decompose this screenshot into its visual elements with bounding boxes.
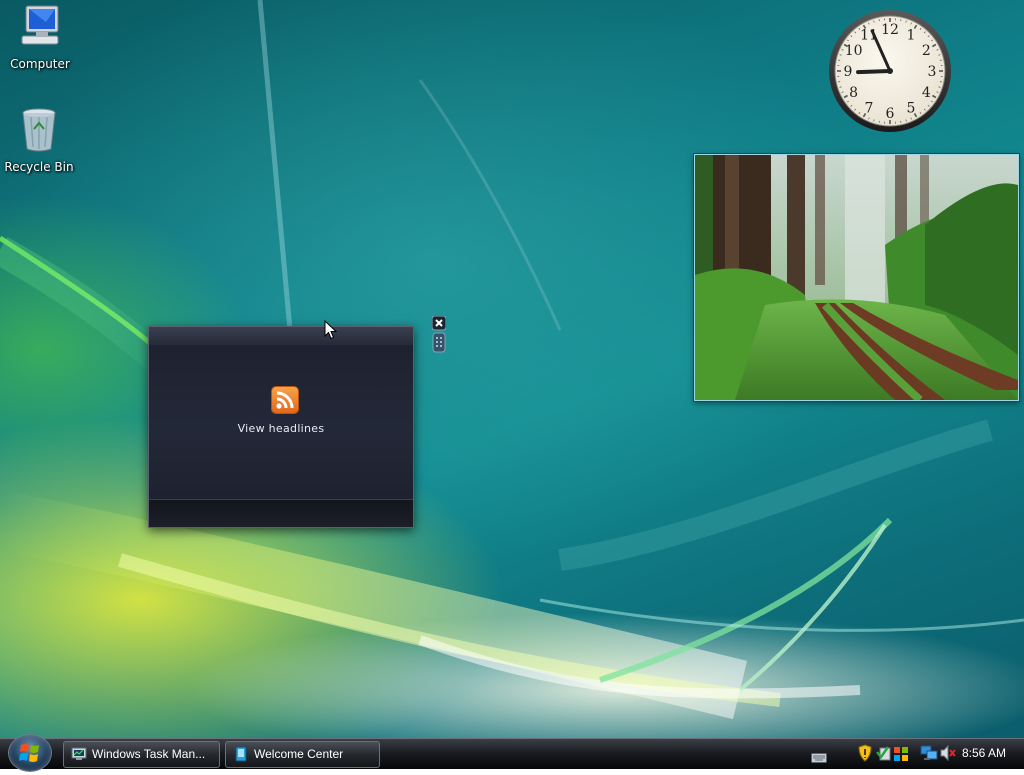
desktop-icon-recycle-bin[interactable]: Recycle Bin xyxy=(0,107,79,174)
taskbar-button-label: Windows Task Man... xyxy=(92,742,205,767)
feed-headlines-gadget[interactable]: View headlines xyxy=(148,326,414,528)
taskbar-button-welcome-center[interactable]: Welcome Center xyxy=(225,741,380,768)
welcome-center-icon xyxy=(233,746,249,768)
clock-numeral: 12 xyxy=(881,22,899,38)
security-shield-icon[interactable] xyxy=(858,744,872,766)
feed-gadget-footer xyxy=(149,499,413,527)
clock-numeral: 9 xyxy=(844,64,853,80)
windows-logo-icon xyxy=(9,735,51,771)
desktop-icon-label: Recycle Bin xyxy=(4,160,73,174)
start-button[interactable] xyxy=(9,735,51,771)
clock-numeral: 8 xyxy=(849,85,858,101)
clock-numeral: 3 xyxy=(928,64,937,80)
taskbar: Windows Task Man... Welcome Center 8:56 … xyxy=(0,738,1024,769)
taskbar-button-task-manager[interactable]: Windows Task Man... xyxy=(63,741,220,768)
clock-numeral: 6 xyxy=(886,106,895,122)
gadget-toolbar xyxy=(432,316,446,354)
feed-gadget-header xyxy=(149,327,413,345)
computer-icon xyxy=(0,4,80,53)
checkmark-icon[interactable] xyxy=(876,744,892,766)
rss-feed-icon[interactable] xyxy=(272,387,298,413)
clock-gadget[interactable]: 121234567891011 xyxy=(828,9,952,133)
recycle-bin-icon xyxy=(0,107,79,156)
desktop: Computer Recycle Bin xyxy=(0,0,1024,738)
clock-numeral: 4 xyxy=(922,85,931,101)
gadget-close-icon[interactable] xyxy=(432,316,446,330)
clock-numeral: 1 xyxy=(907,28,916,44)
mouse-cursor-icon xyxy=(324,320,338,344)
volume-muted-icon[interactable] xyxy=(940,744,956,766)
keyboard-icon[interactable] xyxy=(811,748,827,767)
gadget-drag-handle-icon[interactable] xyxy=(433,333,445,352)
task-manager-icon xyxy=(71,746,87,768)
clock-numeral: 2 xyxy=(922,43,931,59)
clock-face: 121234567891011 xyxy=(828,9,952,133)
desktop-icon-label: Computer xyxy=(10,57,70,71)
taskbar-button-label: Welcome Center xyxy=(254,742,343,767)
clock-numeral: 10 xyxy=(845,43,863,59)
clock-hour-hand xyxy=(858,71,890,72)
windows-update-icon[interactable] xyxy=(893,744,909,766)
taskbar-clock[interactable]: 8:56 AM xyxy=(962,739,1006,769)
network-icon[interactable] xyxy=(920,744,938,766)
desktop-icon-computer[interactable]: Computer xyxy=(0,4,80,71)
view-headlines-link[interactable]: View headlines xyxy=(149,422,413,435)
slideshow-gadget[interactable] xyxy=(694,154,1019,401)
forest-photo xyxy=(695,155,1018,400)
